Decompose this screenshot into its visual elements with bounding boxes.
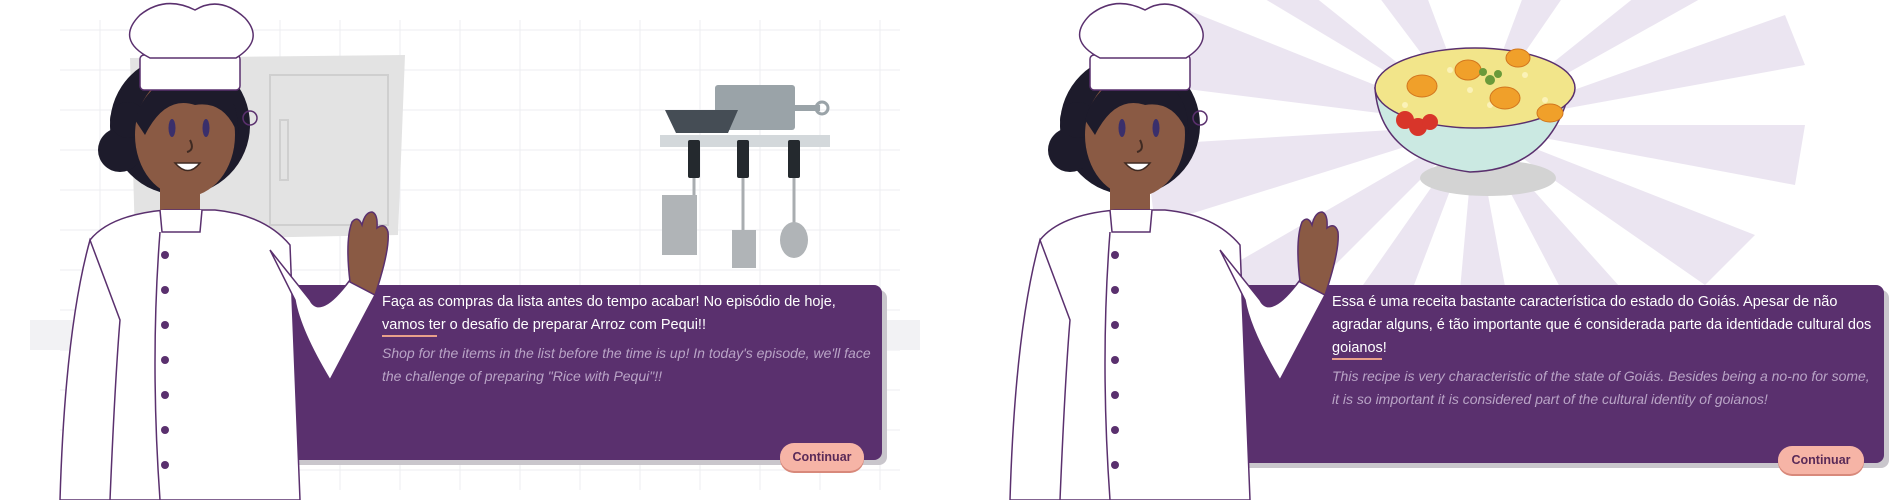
- dialog-text-portuguese: Essa é uma receita bastante característi…: [1332, 294, 1872, 356]
- dialog-text-english: Shop for the items in the list before th…: [382, 345, 871, 384]
- continue-button[interactable]: Continuar: [780, 443, 864, 471]
- dialog-text-english: This recipe is very characteristic of th…: [1332, 368, 1870, 407]
- screen-2: Essa é uma receita bastante característi…: [950, 0, 1900, 500]
- chef-character: [0, 0, 420, 500]
- dialog-text-portuguese: Faça as compras da lista antes do tempo …: [382, 294, 836, 333]
- chef-character: [950, 0, 1370, 500]
- continue-button[interactable]: Continuar: [1778, 446, 1864, 474]
- screen-1: Faça as compras da lista antes do tempo …: [0, 0, 950, 500]
